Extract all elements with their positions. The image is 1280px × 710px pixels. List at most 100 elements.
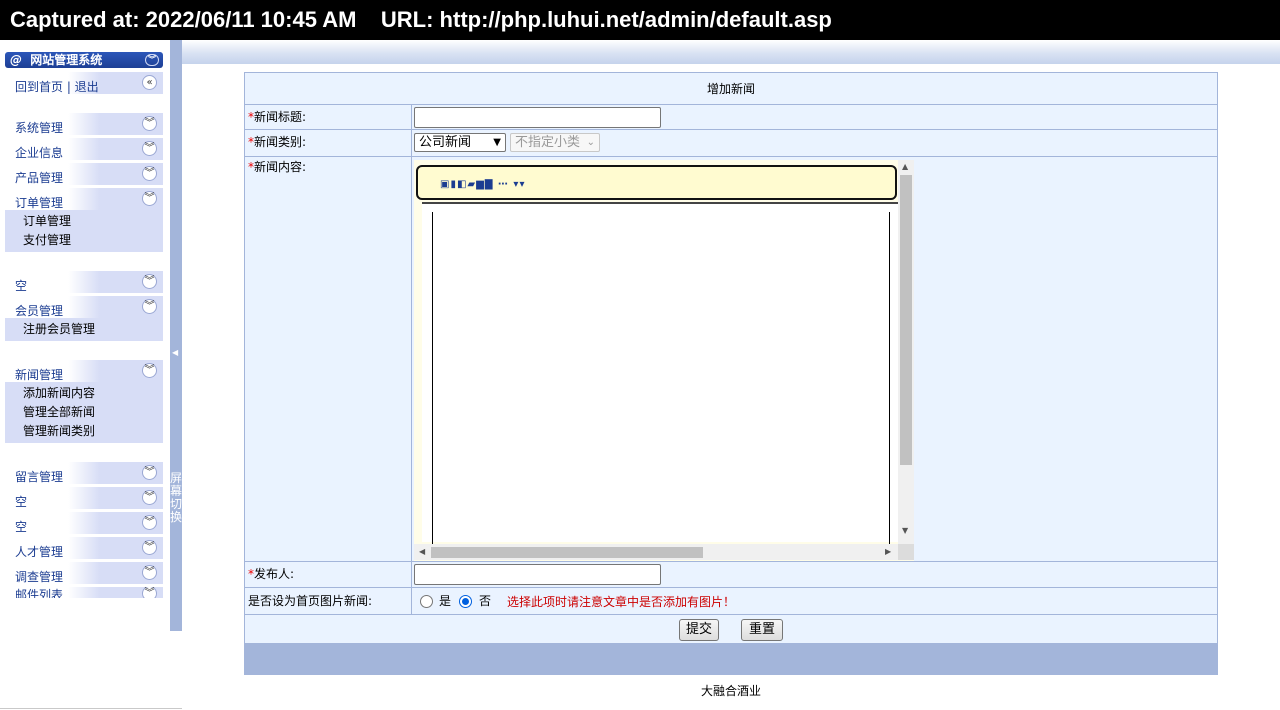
sidebar-group-news: 新闻管理 ︾ 添加新闻内容 管理全部新闻 管理新闻类别 xyxy=(5,360,163,443)
sidebar-subitem-news-categories[interactable]: 管理新闻类别 xyxy=(23,422,163,441)
home-image-no-radio[interactable] xyxy=(459,595,472,608)
scroll-right-icon[interactable]: ▶ xyxy=(885,547,891,556)
double-chevron-left-icon[interactable]: « xyxy=(142,75,157,90)
editor-content-area[interactable] xyxy=(422,202,898,544)
sidebar-item-label[interactable]: 调查管理 xyxy=(15,568,63,585)
system-title: 网站管理系统 xyxy=(30,53,103,67)
sidebar-group-talent: 人才管理 ︾ xyxy=(5,537,163,559)
sidebar-subitem-add-news[interactable]: 添加新闻内容 xyxy=(23,384,163,403)
sidebar-group-company: 企业信息 ︾ xyxy=(5,138,163,160)
sidebar-group-orders: 订单管理 ︾ 订单管理 支付管理 xyxy=(5,188,163,252)
scrollbar-thumb[interactable] xyxy=(900,175,912,465)
sidebar-item-members[interactable]: 会员管理 ︾ xyxy=(5,296,163,318)
chevron-down-icon[interactable]: ︾ xyxy=(142,540,157,555)
sidebar-item-products[interactable]: 产品管理 ︾ xyxy=(5,163,163,185)
news-content-label: *新闻内容: xyxy=(245,157,412,561)
sidebar-submenu-news: 添加新闻内容 管理全部新闻 管理新闻类别 xyxy=(5,382,163,443)
sidebar-item-label[interactable]: 邮件列表 xyxy=(15,587,63,598)
top-banner-strip xyxy=(182,40,1280,64)
sidebar-item-news[interactable]: 新闻管理 ︾ xyxy=(5,360,163,382)
scrollbar-thumb[interactable] xyxy=(431,547,703,558)
chevron-down-icon[interactable]: ︾ xyxy=(142,465,157,480)
system-logo-icon: @ xyxy=(10,53,22,67)
chevron-down-icon[interactable]: ︾ xyxy=(142,166,157,181)
sidebar-item-survey[interactable]: 调查管理 ︾ xyxy=(5,562,163,584)
chevron-down-icon[interactable]: ︾ xyxy=(142,141,157,156)
sidebar-group-members: 会员管理 ︾ 注册会员管理 xyxy=(5,296,163,341)
field-label: 新闻标题: xyxy=(254,110,307,124)
news-content-row: *新闻内容: ▣▮◧▰▆▇ ⋯ ▾▾ ▲ ▼ ◀ ▶ xyxy=(245,157,1217,562)
editor-horizontal-scrollbar[interactable]: ◀ ▶ xyxy=(414,544,898,560)
home-image-no-label[interactable]: 否 xyxy=(479,588,491,615)
chevron-down-icon[interactable]: ︾ xyxy=(142,565,157,580)
news-type-select[interactable]: 公司新闻 ▼ xyxy=(414,133,506,152)
sidebar-item-label[interactable]: 空 xyxy=(15,277,27,294)
sidebar-subitem-payment[interactable]: 支付管理 xyxy=(23,231,163,250)
field-label: 新闻内容: xyxy=(254,160,307,174)
sidebar-item-system[interactable]: 系统管理 ︾ xyxy=(5,113,163,135)
chevron-down-icon[interactable]: ︾ xyxy=(142,587,157,598)
chevron-down-icon[interactable]: ︾ xyxy=(142,299,157,314)
sidebar-item-label[interactable]: 产品管理 xyxy=(15,169,63,186)
divider xyxy=(0,708,182,709)
sidebar-item-label[interactable]: 空 xyxy=(15,518,27,535)
news-title-row: *新闻标题: xyxy=(245,105,1217,130)
sidebar-group-empty-3: 空 ︾ xyxy=(5,512,163,534)
sidebar-toggle-strip[interactable]: ◀ 屏幕切换 xyxy=(170,40,182,631)
rich-text-editor[interactable]: ▣▮◧▰▆▇ ⋯ ▾▾ ▲ ▼ ◀ ▶ xyxy=(414,160,914,561)
home-logout-link[interactable]: 回到首页 | 退出 xyxy=(15,78,99,95)
scroll-down-icon[interactable]: ▼ xyxy=(902,526,908,535)
chevron-down-icon[interactable]: ︾ xyxy=(142,191,157,206)
sidebar-item-empty[interactable]: 空 ︾ xyxy=(5,487,163,509)
sidebar-group-empty-1: 空 ︾ xyxy=(5,271,163,293)
sidebar-item-empty[interactable]: 空 ︾ xyxy=(5,271,163,293)
sidebar-submenu-orders: 订单管理 支付管理 xyxy=(5,210,163,252)
sidebar-item-label[interactable]: 留言管理 xyxy=(15,468,63,485)
sidebar-group-products: 产品管理 ︾ xyxy=(5,163,163,185)
sidebar-group-survey: 调查管理 ︾ xyxy=(5,562,163,584)
chevron-down-icon[interactable]: ︾ xyxy=(142,274,157,289)
author-input[interactable] xyxy=(414,564,661,585)
news-title-input[interactable] xyxy=(414,107,661,128)
news-subtype-selected: 不指定小类 xyxy=(515,135,581,150)
editor-toolbar[interactable]: ▣▮◧▰▆▇ ⋯ ▾▾ xyxy=(416,165,897,200)
chevron-down-icon[interactable]: ︾ xyxy=(142,515,157,530)
sidebar-subitem-registered-members[interactable]: 注册会员管理 xyxy=(23,320,163,339)
sidebar-item-talent[interactable]: 人才管理 ︾ xyxy=(5,537,163,559)
sidebar-item-label[interactable]: 订单管理 xyxy=(15,194,63,211)
sidebar-subitem-orders[interactable]: 订单管理 xyxy=(23,212,163,231)
collapse-all-icon[interactable]: ︾ xyxy=(145,54,159,66)
home-image-yes-label[interactable]: 是 xyxy=(439,588,451,615)
sidebar-subitem-manage-news[interactable]: 管理全部新闻 xyxy=(23,403,163,422)
scroll-left-icon[interactable]: ◀ xyxy=(419,547,425,556)
chevron-down-icon[interactable]: ︾ xyxy=(142,363,157,378)
chevron-down-icon[interactable]: ︾ xyxy=(142,490,157,505)
sidebar-group-mail-list: 邮件列表 ︾ xyxy=(5,587,163,598)
home-image-yes-radio[interactable] xyxy=(420,595,433,608)
screen-switch-label[interactable]: 屏幕切换 xyxy=(170,472,182,524)
sidebar-item-label[interactable]: 会员管理 xyxy=(15,302,63,319)
sidebar-item-company[interactable]: 企业信息 ︾ xyxy=(5,138,163,160)
sidebar-item-label[interactable]: 人才管理 xyxy=(15,543,63,560)
editor-toolbar-icons[interactable]: ▣▮◧▰▆▇ ⋯ ▾▾ xyxy=(440,179,525,190)
sidebar-item-empty[interactable]: 空 ︾ xyxy=(5,512,163,534)
chevron-left-icon[interactable]: ◀ xyxy=(172,348,178,357)
sidebar-item-label[interactable]: 空 xyxy=(15,493,27,510)
home-image-label: 是否设为首页图片新闻: xyxy=(245,588,412,614)
submit-button[interactable]: 提交 xyxy=(679,619,719,641)
add-news-form: 增加新闻 *新闻标题: *新闻类别: 公司新闻 ▼ 不指定小类 ⌄ *新闻内容:… xyxy=(244,72,1218,646)
chevron-down-icon[interactable]: ︾ xyxy=(142,116,157,131)
sidebar-item-messages[interactable]: 留言管理 ︾ xyxy=(5,462,163,484)
scroll-up-icon[interactable]: ▲ xyxy=(902,162,908,171)
sidebar-item-label[interactable]: 系统管理 xyxy=(15,119,63,136)
sidebar-item-mail-list[interactable]: 邮件列表 ︾ xyxy=(5,587,163,598)
scrollbar-corner xyxy=(898,544,914,560)
news-subtype-select[interactable]: 不指定小类 ⌄ xyxy=(510,133,600,152)
sidebar-item-label[interactable]: 新闻管理 xyxy=(15,366,63,383)
editor-vertical-scrollbar[interactable]: ▲ ▼ xyxy=(898,160,914,544)
reset-button[interactable]: 重置 xyxy=(741,619,783,641)
sidebar-item-label[interactable]: 企业信息 xyxy=(15,144,63,161)
sidebar-item-orders[interactable]: 订单管理 ︾ xyxy=(5,188,163,210)
sidebar-home-header: 回到首页 | 退出 « xyxy=(5,72,163,94)
system-title-bar: @ 网站管理系统 ︾ xyxy=(5,52,163,68)
